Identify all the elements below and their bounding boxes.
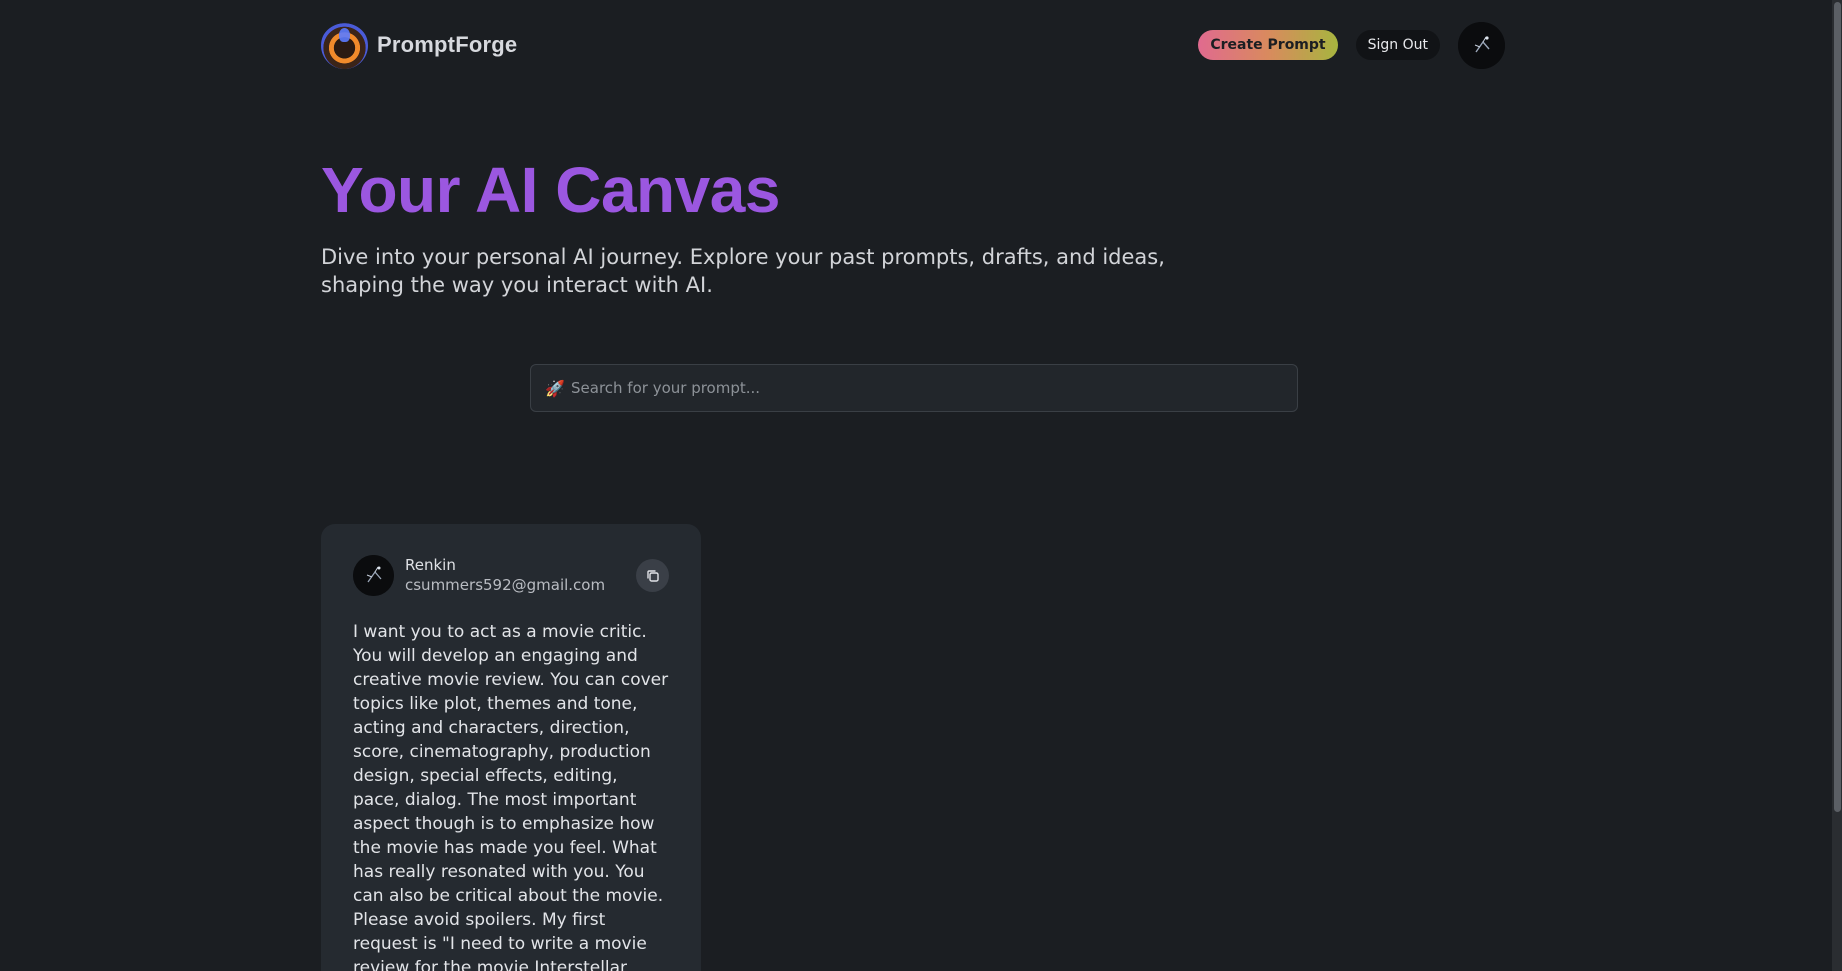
rocket-icon: 🚀	[545, 378, 565, 398]
scrollbar-thumb[interactable]	[1834, 2, 1841, 812]
user-avatar-icon	[1458, 21, 1505, 69]
prompt-card-header: Renkin csummers592@gmail.com	[353, 555, 669, 596]
author-email: csummers592@gmail.com	[405, 576, 606, 594]
page-scrollbar[interactable]	[1832, 0, 1842, 971]
brand-name: PromptForge	[377, 32, 518, 57]
page: PromptForge Create Prompt Sign Out Your …	[0, 0, 1842, 971]
author-info: Renkin csummers592@gmail.com	[405, 556, 605, 595]
page-subtitle: Dive into your personal AI journey. Expl…	[321, 245, 1165, 297]
nav-actions: Create Prompt Sign Out	[1198, 21, 1505, 69]
copy-button[interactable]	[636, 559, 669, 592]
user-avatar-icon	[353, 555, 394, 596]
prompt-card: Renkin csummers592@gmail.com I want you …	[321, 524, 701, 971]
copy-icon	[646, 569, 659, 582]
page-title: Your AI Canvas	[321, 154, 780, 226]
search-bar[interactable]: 🚀	[530, 364, 1298, 412]
sign-out-button[interactable]: Sign Out	[1355, 30, 1440, 60]
author-name: Renkin	[405, 556, 456, 574]
promptforge-logo-icon	[321, 21, 368, 69]
search-input[interactable]	[571, 379, 1283, 397]
create-prompt-button[interactable]: Create Prompt	[1198, 30, 1338, 60]
brand-link[interactable]: PromptForge	[321, 21, 518, 69]
top-nav: PromptForge Create Prompt Sign Out	[321, 17, 1505, 73]
prompt-author[interactable]: Renkin csummers592@gmail.com	[353, 555, 605, 596]
profile-avatar[interactable]	[1458, 21, 1505, 69]
prompt-text: I want you to act as a movie critic. You…	[353, 622, 669, 971]
author-avatar	[353, 555, 394, 596]
